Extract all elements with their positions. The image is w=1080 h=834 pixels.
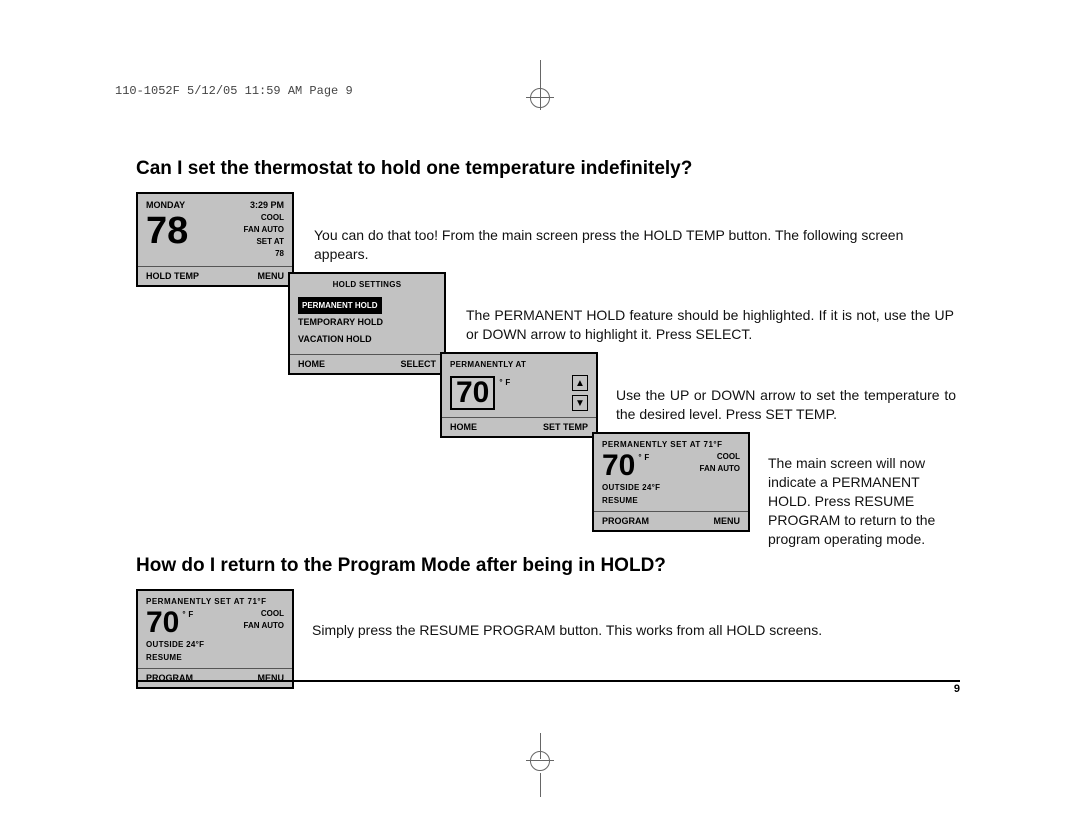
resume-program-button[interactable]: PROGRAM xyxy=(602,516,649,526)
page-number: 9 xyxy=(136,683,960,695)
paragraph-1: You can do that too! From the main scree… xyxy=(314,226,954,264)
outside-temp: OUTSIDE 24°F xyxy=(146,640,284,649)
up-arrow-button[interactable]: ▲ xyxy=(572,375,588,391)
resume-label-1: RESUME xyxy=(602,496,740,505)
print-header: 110-1052F 5/12/05 11:59 AM Page 9 xyxy=(115,84,353,98)
paragraph-2: The PERMANENT HOLD feature should be hig… xyxy=(466,306,954,344)
permanent-hold-main-screen: PERMANENTLY SET AT 71°F 70 ° F COOL FAN … xyxy=(592,432,750,532)
fan-label: FAN AUTO xyxy=(700,463,740,475)
mode-label: COOL xyxy=(244,212,284,224)
setat-label: SET AT xyxy=(244,236,284,248)
resume-label-1: RESUME xyxy=(146,653,284,662)
setat-value: 78 xyxy=(244,248,284,260)
question-1-heading: Can I set the thermostat to hold one tem… xyxy=(136,158,960,180)
temp-unit: ° F xyxy=(638,453,649,462)
hold-temp-button[interactable]: HOLD TEMP xyxy=(146,271,199,281)
permanently-at-screen: PERMANENTLY AT 70 ° F ▲ ▼ HOME S xyxy=(440,352,598,438)
footer-rule xyxy=(136,680,960,682)
question-2-heading: How do I return to the Program Mode afte… xyxy=(136,555,960,577)
page-content: Can I set the thermostat to hold one tem… xyxy=(136,158,960,689)
paragraph-3: Use the UP or DOWN arrow to set the temp… xyxy=(616,386,956,424)
outside-temp: OUTSIDE 24°F xyxy=(602,483,740,492)
time-label: 3:29 PM xyxy=(250,200,284,210)
vacation-hold-option[interactable]: VACATION HOLD xyxy=(298,331,436,348)
fan-label: FAN AUTO xyxy=(244,620,284,632)
temp-unit: ° F xyxy=(182,610,193,619)
current-temp: 78 xyxy=(146,212,188,250)
permanently-set-title: PERMANENTLY SET AT 71°F xyxy=(602,440,740,449)
permanent-hold-option[interactable]: PERMANENT HOLD xyxy=(298,297,382,314)
home-button[interactable]: HOME xyxy=(298,359,325,369)
permanently-at-title: PERMANENTLY AT xyxy=(450,360,588,369)
day-label: MONDAY xyxy=(146,200,185,210)
set-temp-value: 70 xyxy=(450,376,495,410)
permanently-set-title: PERMANENTLY SET AT 71°F xyxy=(146,597,284,606)
fan-label: FAN AUTO xyxy=(244,224,284,236)
menu-button[interactable]: MENU xyxy=(714,516,741,526)
temp-unit: ° F xyxy=(499,378,510,387)
main-screen-illustration: MONDAY 3:29 PM 78 COOL FAN AUTO SET AT 7… xyxy=(136,192,294,287)
paragraph-4: The main screen will now indicate a PERM… xyxy=(768,454,960,548)
temp-value: 70 xyxy=(146,608,179,638)
temp-value: 70 xyxy=(602,451,635,481)
select-button[interactable]: SELECT xyxy=(400,359,436,369)
down-arrow-button[interactable]: ▼ xyxy=(572,395,588,411)
mode-label: COOL xyxy=(244,608,284,620)
menu-button[interactable]: MENU xyxy=(258,271,285,281)
mode-label: COOL xyxy=(700,451,740,463)
crop-marks-bottom xyxy=(0,733,1080,773)
paragraph-5: Simply press the RESUME PROGRAM button. … xyxy=(312,621,960,640)
hold-screen-illustration: PERMANENTLY SET AT 71°F 70 ° F COOL FAN … xyxy=(136,589,294,689)
temporary-hold-option[interactable]: TEMPORARY HOLD xyxy=(298,314,436,331)
manual-page: 110-1052F 5/12/05 11:59 AM Page 9 Can I … xyxy=(0,0,1080,834)
hold-settings-screen: HOLD SETTINGS PERMANENT HOLD TEMPORARY H… xyxy=(288,272,446,375)
set-temp-button[interactable]: SET TEMP xyxy=(543,422,588,432)
home-button[interactable]: HOME xyxy=(450,422,477,432)
hold-settings-title: HOLD SETTINGS xyxy=(298,280,436,289)
